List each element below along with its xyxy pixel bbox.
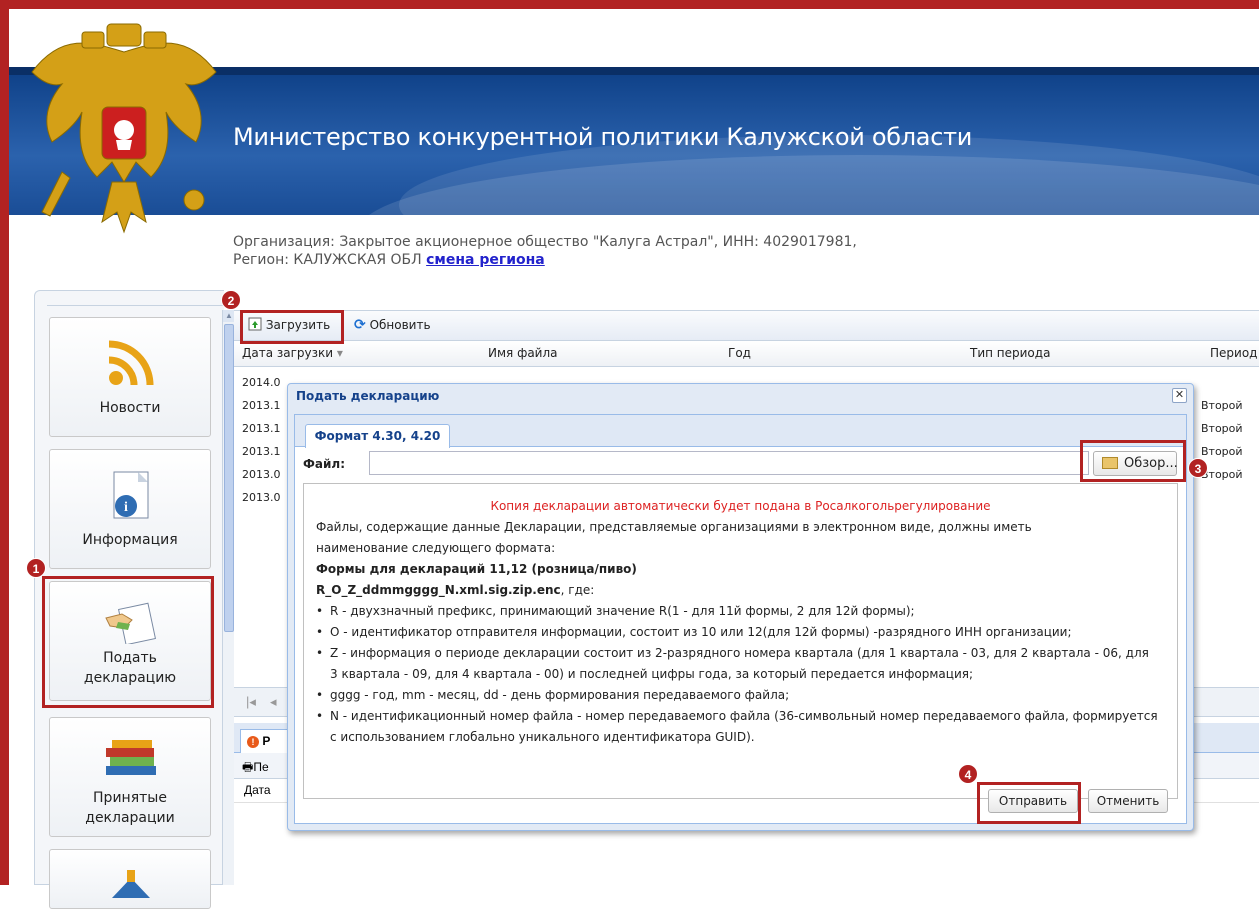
column-header[interactable]: Дата загрузки ▾	[242, 346, 343, 360]
refresh-icon: ⟳	[354, 317, 366, 333]
scrollbar-thumb[interactable]	[224, 324, 234, 632]
callout-badge: 2	[221, 290, 241, 310]
callout-badge: 4	[958, 764, 978, 784]
sidebar-item-info[interactable]: i Информация	[49, 449, 211, 569]
dialog-tabstrip: Формат 4.30, 4.20	[295, 415, 1186, 448]
sidebar-item-partial[interactable]	[49, 849, 211, 909]
dialog-body: Формат 4.30, 4.20 Файл: Обзор... Копия д…	[294, 414, 1187, 824]
cell-date: 2013.0	[242, 468, 281, 481]
sidebar-item-news[interactable]: Новости	[49, 317, 211, 437]
org-line: Организация: Закрытое акционерное общест…	[233, 234, 857, 250]
format-suffix: , где:	[560, 583, 595, 597]
format-rules-list: R - двухзначный префикс, принимающий зна…	[316, 601, 1177, 748]
grid-toolbar: Загрузить ⟳ Обновить	[234, 311, 1259, 341]
callout-badge: 1	[26, 558, 46, 578]
dialog-title: Подать декларацию	[296, 389, 440, 403]
column-header[interactable]: Период	[1210, 346, 1257, 360]
column-header[interactable]: Имя файла	[488, 346, 558, 360]
sidebar-item-label: Принятые	[93, 790, 167, 806]
sidebar-item-accepted-declarations[interactable]: Принятые декларации	[49, 717, 211, 837]
printer-icon: 🖶	[242, 760, 254, 774]
cell-period: Второй	[1201, 445, 1243, 458]
cell-date: 2013.1	[242, 399, 281, 412]
cancel-button[interactable]: Отменить	[1088, 789, 1168, 813]
callout-badge: 3	[1188, 458, 1208, 478]
tab-format[interactable]: Формат 4.30, 4.20	[305, 424, 450, 448]
list-item: R - двухзначный префикс, принимающий зна…	[316, 601, 1177, 622]
file-field[interactable]	[369, 451, 1089, 475]
sidebar-item-label: Новости	[99, 400, 161, 416]
sidebar-item-label: Информация	[82, 532, 178, 548]
building-icon	[112, 870, 150, 898]
notice-text: Копия декларации автоматически будет под…	[490, 499, 991, 513]
info-document-icon: i	[113, 471, 149, 519]
prev-page-icon[interactable]: ◂	[270, 694, 277, 710]
sidebar-item-label: декларации	[85, 810, 175, 826]
column-header[interactable]: Тип периода	[970, 346, 1050, 360]
cell-period: Второй	[1201, 399, 1243, 412]
tab-label: Р	[262, 734, 271, 748]
column-header[interactable]: Год	[728, 346, 751, 360]
highlight-frame	[977, 782, 1081, 824]
column-header[interactable]: Дата	[244, 783, 271, 797]
cell-date: 2013.0	[242, 491, 281, 504]
cell-date: 2014.0	[242, 376, 281, 389]
cell-date: 2013.1	[242, 422, 281, 435]
filename-format: R_O_Z_ddmmgggg_N.xml.sig.zip.enc	[316, 583, 561, 597]
instructions-text: Файлы, содержащие данные Декларации, пре…	[316, 520, 1032, 534]
format-instructions: Копия декларации автоматически будет под…	[303, 483, 1178, 799]
refresh-label: Обновить	[369, 318, 431, 332]
refresh-button[interactable]: ⟳ Обновить	[354, 317, 431, 333]
cell-date: 2013.1	[242, 445, 281, 458]
warning-icon: !	[247, 736, 259, 748]
list-item: Z - информация о периоде декларации сост…	[316, 643, 1177, 685]
organization-info: Организация: Закрытое акционерное общест…	[233, 233, 857, 269]
change-region-link[interactable]: смена региона	[426, 252, 545, 268]
coat-of-arms-icon	[31, 23, 217, 234]
rss-icon	[108, 340, 154, 386]
submit-declaration-dialog: Подать декларацию ✕ Формат 4.30, 4.20 Фа…	[287, 383, 1194, 831]
list-item: O - идентификатор отправителя информации…	[316, 622, 1177, 643]
highlight-frame	[240, 310, 344, 344]
grid-header: Дата загрузки ▾ Имя файла Год Тип период…	[234, 341, 1259, 367]
first-page-icon[interactable]: |◂	[246, 694, 256, 710]
svg-text:i: i	[124, 500, 128, 515]
region-label: Регион: КАЛУЖСКАЯ ОБЛ	[233, 252, 422, 268]
print-button[interactable]: 🖶Пе	[242, 758, 269, 779]
forms-heading: Формы для деклараций 11,12 (розница/пиво…	[316, 562, 637, 576]
close-icon[interactable]: ✕	[1172, 388, 1187, 403]
sidebar-scrollbar[interactable]: ▲	[222, 310, 235, 885]
list-item: N - идентификационный номер файла - номе…	[316, 706, 1177, 748]
highlight-frame	[42, 576, 214, 708]
cell-period: Второй	[1201, 422, 1243, 435]
books-icon	[106, 740, 156, 775]
highlight-frame	[1080, 440, 1186, 482]
file-label: Файл:	[303, 457, 345, 471]
tab-lower[interactable]: ! Р	[240, 729, 290, 753]
instructions-text: наименование следующего формата:	[316, 541, 556, 555]
list-item: gggg - год, mm - месяц, dd - день формир…	[316, 685, 1177, 706]
page-title: Министерство конкурентной политики Калуж…	[233, 123, 973, 151]
